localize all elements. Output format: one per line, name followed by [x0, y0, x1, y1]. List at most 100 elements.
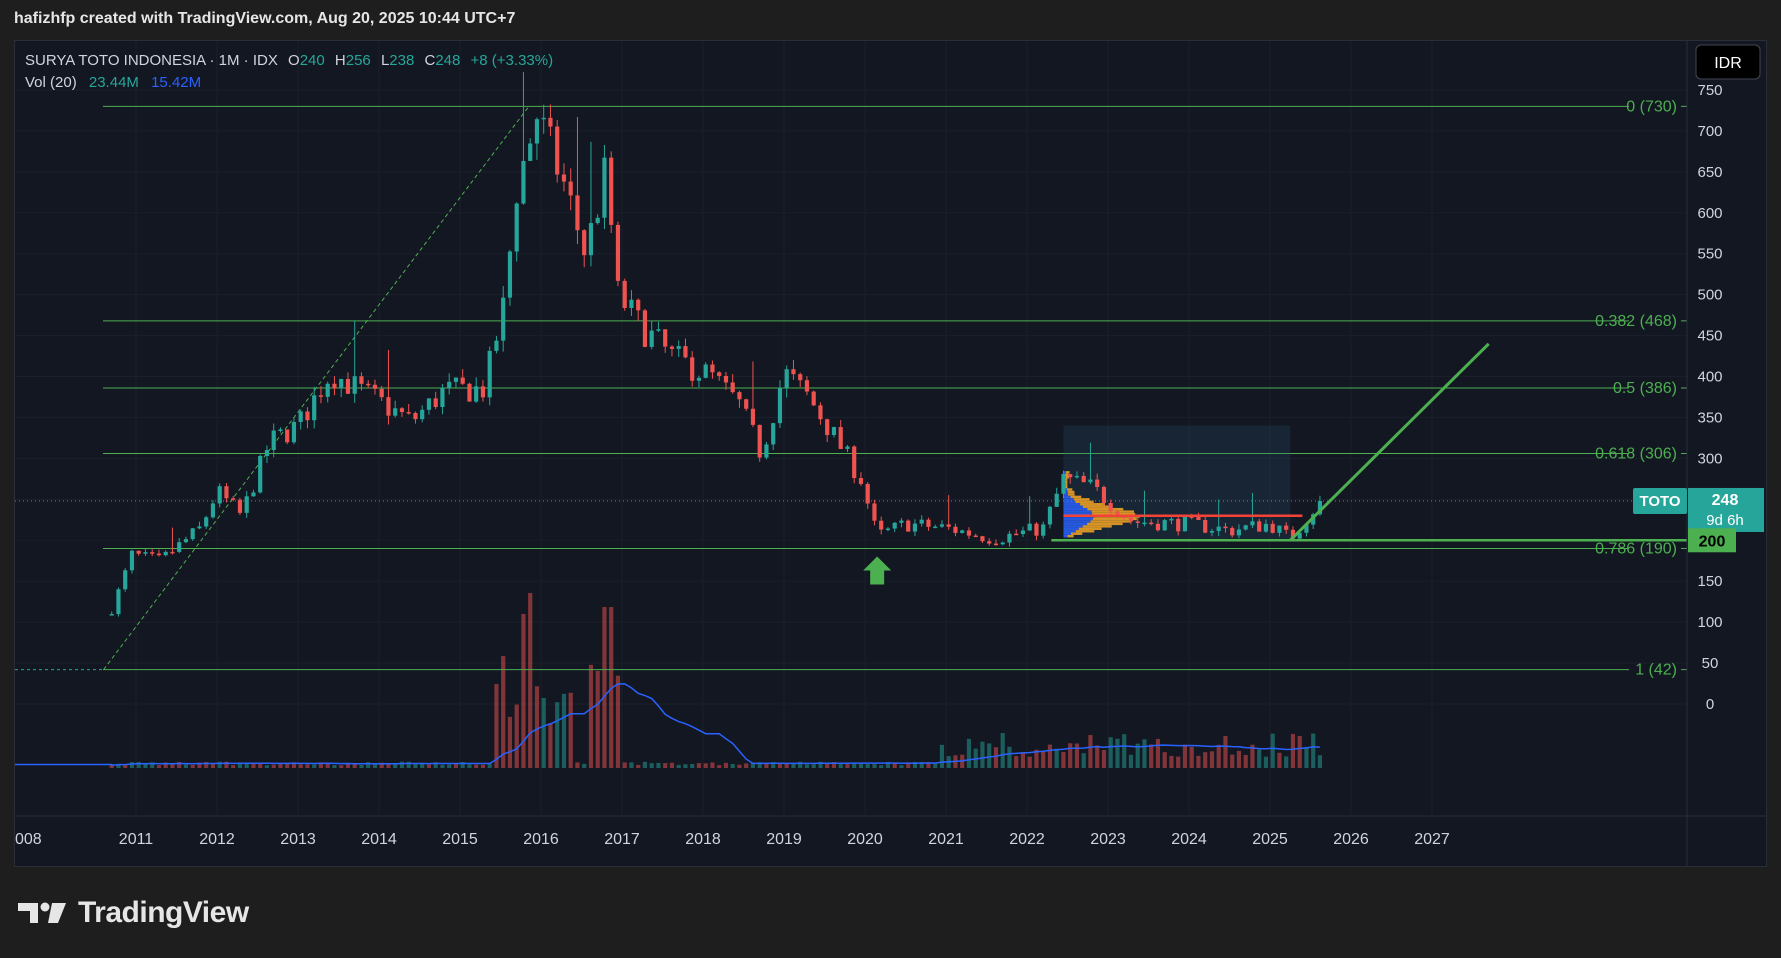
volume-bar [271, 764, 276, 768]
candle-body [926, 519, 931, 527]
candle-body [494, 340, 499, 351]
volume-profile-bar [1067, 534, 1074, 538]
candle [838, 420, 843, 450]
candle-body [1047, 506, 1053, 525]
candle [615, 221, 621, 287]
volume-bar [1317, 755, 1323, 768]
candle [244, 490, 249, 518]
fib-level-label: 0.382 (468) [1595, 313, 1677, 330]
candle-body [757, 424, 762, 458]
candle [480, 379, 486, 402]
candle-body [345, 379, 351, 394]
candle-body [656, 329, 661, 331]
candle [555, 120, 560, 183]
volume-profile-bar [1082, 505, 1113, 508]
candle [777, 380, 783, 428]
candle-body [251, 492, 256, 497]
legend-high-value: 256 [346, 52, 371, 69]
volume-bar [1108, 737, 1113, 768]
volume-bar [548, 723, 553, 768]
volume-bar [696, 763, 702, 768]
candle-body [1095, 479, 1100, 487]
fib-level-label: 0.786 (190) [1595, 540, 1677, 557]
candle-body [771, 423, 776, 445]
tradingview-logo[interactable]: TradingView [18, 896, 249, 930]
volume-bar [872, 764, 877, 768]
candle [298, 409, 303, 430]
volume-bar [1095, 745, 1100, 768]
candle-body [609, 157, 614, 225]
candle [251, 489, 256, 497]
chart-frame[interactable]: 0 (730) 0.382 (468) 0.5 (386) 0.618 (306) 0.… [14, 40, 1767, 867]
candle [588, 141, 594, 267]
price-chart[interactable]: 0 (730) 0.382 (468) 0.5 (386) 0.618 (306) 0.… [15, 41, 1766, 866]
time-tick-label: 008 [15, 831, 42, 848]
candle [393, 400, 398, 418]
candle [501, 286, 506, 352]
candle-body [1088, 479, 1093, 483]
candle-body [170, 551, 175, 554]
volume-bar [615, 675, 621, 768]
time-axis[interactable]: 008 2011 2012 2013 2014 2015 2016 2017 2018 2019 2… [15, 831, 1450, 848]
volume-bar [602, 607, 607, 768]
candle-body [332, 383, 337, 389]
candle-body [528, 143, 533, 161]
candle [926, 517, 931, 531]
candle [885, 527, 891, 532]
candle [858, 472, 864, 487]
price-axis[interactable]: 0501001502002503003504004505005506006507… [1697, 82, 1722, 713]
volume-bar [447, 764, 452, 768]
candle-body [744, 399, 749, 409]
candle-body [406, 412, 411, 414]
candle-body [973, 535, 978, 538]
volume-bar [1311, 733, 1316, 768]
candle [1041, 521, 1046, 539]
candle-body [622, 280, 627, 308]
volume-bar [1176, 756, 1181, 768]
volume-bar [1115, 738, 1120, 768]
price-tick-label: 400 [1697, 369, 1722, 386]
candle [339, 378, 344, 398]
price-tick-label: 0 [1706, 696, 1714, 713]
volume-bar [467, 764, 472, 768]
candle [568, 168, 573, 211]
candle [730, 374, 735, 394]
candle [831, 426, 837, 438]
volume-bar [1128, 754, 1134, 768]
volume-profile-bar [1067, 488, 1073, 491]
candle-body [1128, 517, 1134, 522]
volume-bar [676, 764, 681, 768]
volume-profile-bar [1063, 500, 1076, 503]
volume-bar [1081, 753, 1086, 768]
volume-bar [1290, 733, 1296, 768]
currency-button[interactable]: IDR [1695, 44, 1761, 80]
volume-profile-bar [1087, 522, 1123, 526]
candle [663, 329, 668, 353]
volume-bar [588, 664, 594, 768]
volume-profile-bar [1063, 507, 1088, 511]
volume-bar [636, 764, 641, 768]
candle-body [1230, 527, 1235, 536]
candle [366, 380, 371, 389]
volume-profile-bar [1063, 522, 1088, 526]
candle [163, 550, 168, 557]
candle-body [129, 550, 135, 571]
candle-body [676, 346, 681, 349]
volume-profile-bar [1090, 520, 1132, 523]
volume-bar [1162, 752, 1167, 768]
price-tick-label: 100 [1697, 614, 1722, 631]
candle [960, 529, 965, 534]
volume-profile-bar [1063, 520, 1091, 523]
volume-bar [710, 762, 715, 768]
candle [933, 524, 938, 529]
candle [683, 338, 688, 359]
candle-body [433, 398, 438, 408]
candle-body [946, 524, 951, 527]
candle [784, 365, 789, 398]
candle-body [872, 503, 877, 521]
candle [156, 549, 162, 557]
candle-body [1081, 475, 1086, 483]
volume-bar [413, 763, 418, 768]
candle-body [858, 478, 864, 484]
candle [325, 381, 330, 403]
